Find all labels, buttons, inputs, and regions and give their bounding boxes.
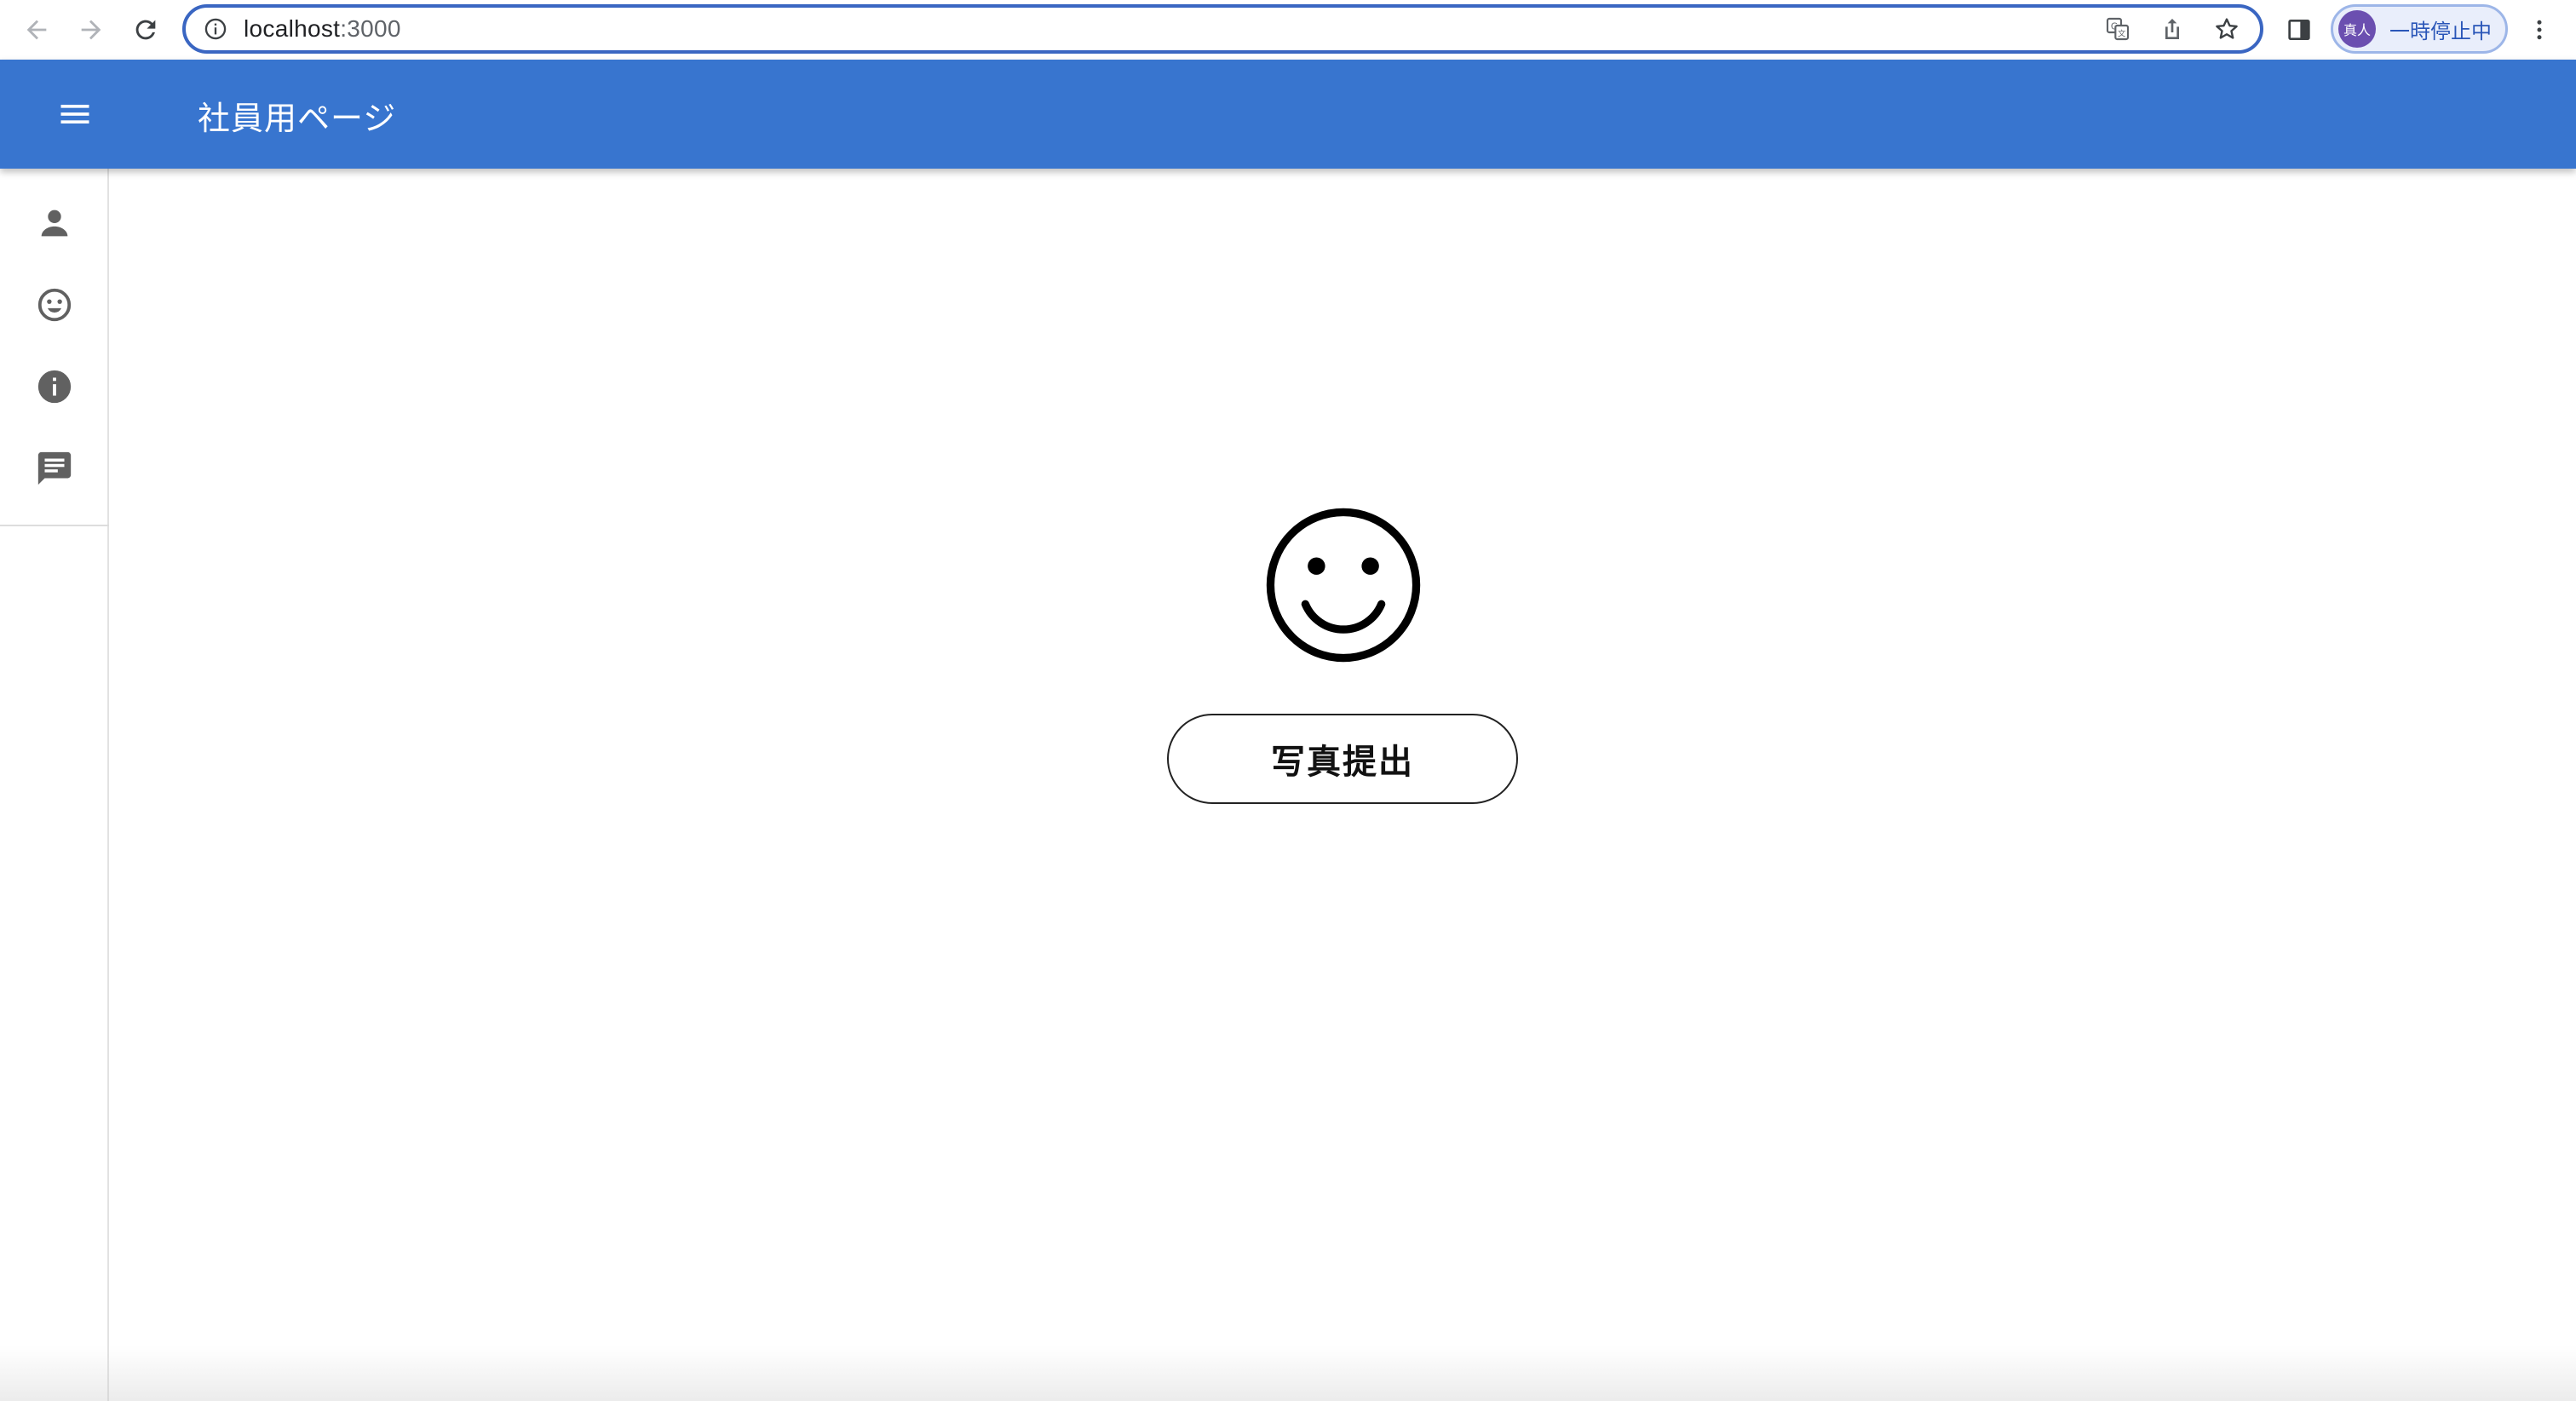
star-icon [2216,18,2238,39]
side-panel-icon [2288,20,2310,40]
url-port: :3000 [340,15,401,42]
translate-icon: G 文 [2106,17,2130,41]
avatar: 真人 [2338,10,2376,48]
side-navigation [0,169,109,1401]
browser-toolbar: localhost:3000 G 文 真人 一時停止中 [0,0,2576,60]
side-navigation-divider [0,525,109,526]
page-title: 社員用ページ [198,100,397,137]
profile-button[interactable]: 真人 一時停止中 [2331,4,2508,54]
site-info-icon[interactable] [203,16,228,42]
address-bar-actions: G 文 [2083,8,2246,50]
nav-item-messages[interactable] [27,441,82,496]
reload-button[interactable] [128,12,164,48]
smiley-face-icon [1266,508,1421,663]
nav-item-info[interactable] [27,359,82,414]
menu-button[interactable] [55,94,95,135]
reload-icon [135,20,156,40]
window-bottom-shadow [0,1346,2576,1401]
nav-item-profile[interactable] [27,196,82,250]
forward-button[interactable] [73,12,109,48]
address-bar[interactable]: localhost:3000 G 文 [182,4,2263,54]
hamburger-menu-icon [60,105,89,123]
svg-text:文: 文 [2118,29,2125,39]
arrow-left-icon [26,20,47,40]
smiley-icon [37,288,72,322]
browser-menu-button[interactable] [2527,12,2552,48]
back-button[interactable] [19,12,55,48]
more-vert-icon [2537,20,2542,40]
arrow-right-icon [81,20,101,40]
chat-icon [37,451,72,485]
share-button[interactable] [2153,9,2192,49]
person-icon [41,210,68,237]
nav-item-face[interactable] [27,278,82,332]
share-icon [2165,19,2179,39]
side-panel-button[interactable] [2280,12,2319,48]
photo-submit-button[interactable]: 写真提出 [1167,714,1518,804]
info-icon [37,370,72,404]
url-host: localhost [244,15,341,42]
app-bar: 社員用ページ [0,60,2576,169]
url-text[interactable]: localhost:3000 [244,15,401,43]
profile-status: 一時停止中 [2389,19,2492,43]
translate-button[interactable]: G 文 [2098,9,2137,49]
bookmark-button[interactable] [2207,9,2246,49]
main-content: 写真提出 [111,169,2576,1401]
